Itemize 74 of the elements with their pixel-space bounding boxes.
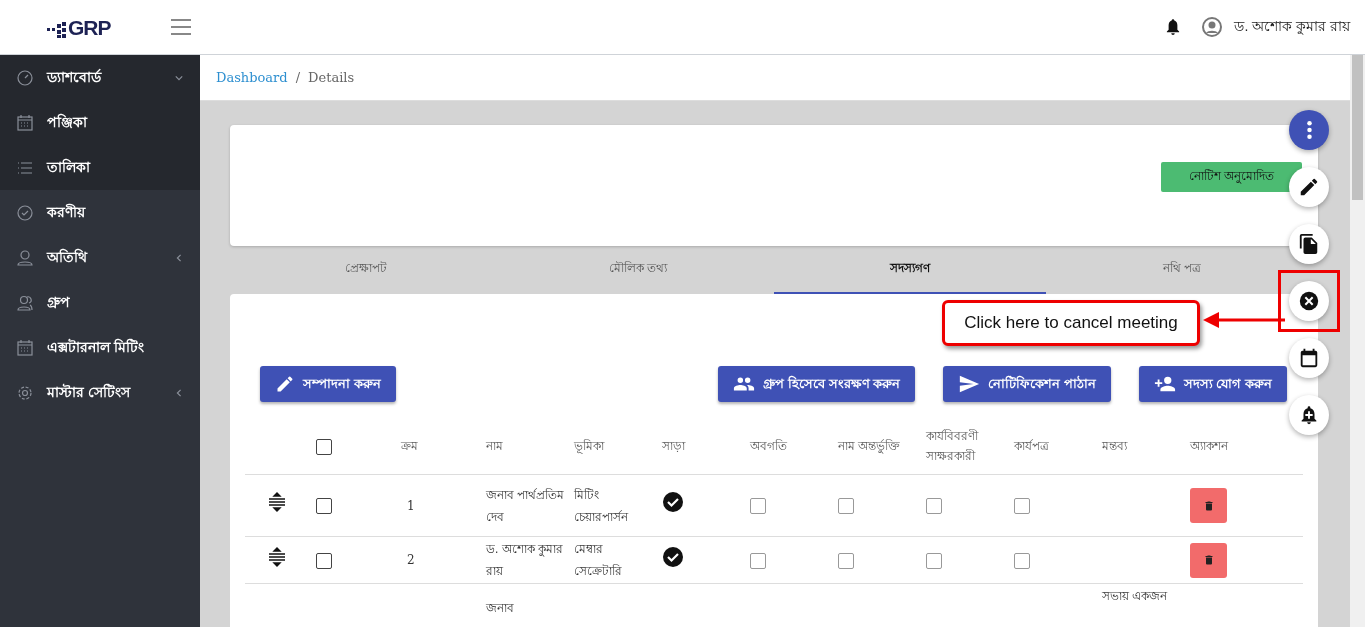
callout: Click here to cancel meeting [942,300,1200,346]
row-checkbox[interactable] [316,552,332,569]
chevron-icon [175,73,183,82]
column-header: কার্যপত্র [1014,439,1049,453]
drag-handle-icon[interactable] [266,492,287,512]
breadcrumb-item: Details [308,70,355,85]
delete-button[interactable] [1190,542,1227,578]
send-icon [958,373,981,395]
breadcrumb-item[interactable]: Dashboard [216,70,288,85]
add-member-button[interactable]: সদস্য যোগ করুন [1138,366,1287,402]
save-group-button[interactable]: গ্রুপ হিসেবে সংরক্ষণ করুন [718,366,916,402]
checked-circle-icon[interactable] [662,545,684,568]
status-badge: নোটিশ অনুমোদিত [1160,161,1302,192]
table-cell: মিটিং চেয়ারপার্সন [574,487,628,524]
checkbox[interactable] [750,552,766,569]
check-icon [17,204,33,221]
chevron-icon [175,253,183,262]
checkbox[interactable] [838,498,854,515]
checkbox[interactable] [1014,552,1030,569]
checkbox[interactable] [926,498,942,515]
more-vertical-icon [1306,121,1312,139]
calendar-icon [17,339,33,356]
pencil-icon [1298,176,1320,198]
column-header: মন্তব্য [1102,439,1127,453]
table-cell-text: 1 [406,498,415,513]
list-icon [17,159,33,176]
column-header: অ্যাকশন [1190,439,1228,453]
sidebar-item[interactable]: ড্যাশবোর্ড [0,55,200,100]
tab[interactable]: মৌলিক তথ্য [608,255,668,283]
logo: GRP [47,16,111,38]
scrollbar[interactable] [1350,55,1365,627]
tab[interactable]: নথি পত্র [1162,255,1202,283]
menu-icon[interactable] [170,19,191,35]
row-checkbox[interactable] [316,498,332,515]
breadcrumb-separator: / [295,70,301,85]
checked-circle-icon[interactable] [662,491,684,513]
column-header: অবগতি [750,439,787,453]
avatar-icon[interactable] [1202,17,1223,37]
tab[interactable]: সদস্যগণ [890,255,930,283]
person-icon [17,249,33,266]
calendar-icon [17,114,33,131]
copy-icon [1298,233,1320,255]
pencil-icon [275,374,295,394]
calendar-icon [1298,347,1320,369]
column-header: নাম [486,439,503,453]
column-header: কার্যবিবরণী সাক্ষরকারী [926,429,978,463]
checkbox[interactable] [750,498,766,515]
sidebar-item[interactable]: পঞ্জিকা [0,100,200,145]
checkbox[interactable] [838,552,854,569]
column-header: নাম অন্তর্ভুক্তি [838,439,901,453]
checkbox[interactable] [926,552,942,569]
table-cell: মেম্বার সেক্রেটারি [574,542,622,578]
column-header: ভূমিকা [574,439,604,453]
cancel-icon [1298,290,1320,312]
select-all-checkbox[interactable] [316,439,332,455]
sidebar-item[interactable]: তালিকা [0,145,200,190]
column-header: সাড়া [662,439,685,453]
send-notification-button[interactable]: নোটিফিকেশন পাঠান [943,366,1111,402]
table-cell-text: সভায় একজন [1102,588,1169,605]
edit-button[interactable]: সম্পাদনা করুন [260,366,396,402]
chevron-icon [175,388,183,397]
gauge-icon [17,69,33,86]
people-icon [17,294,33,311]
user-name[interactable]: ড. অশোক কুমার রায় [1234,15,1350,39]
column-header: ক্রম [401,439,418,453]
bell-icon[interactable] [1166,19,1181,35]
table-cell: ড. অশোক কুমার রায় [486,542,563,578]
checkbox[interactable] [1014,498,1030,515]
gear-icon [17,384,33,401]
table-cell-text: জনাব [486,600,515,617]
table-cell-text: 2 [406,553,415,567]
tab[interactable]: প্রেক্ষাপট [345,255,387,283]
drag-handle-icon[interactable] [266,546,287,567]
table-cell: জনাব পার্থপ্রতিম দেব [486,487,565,524]
